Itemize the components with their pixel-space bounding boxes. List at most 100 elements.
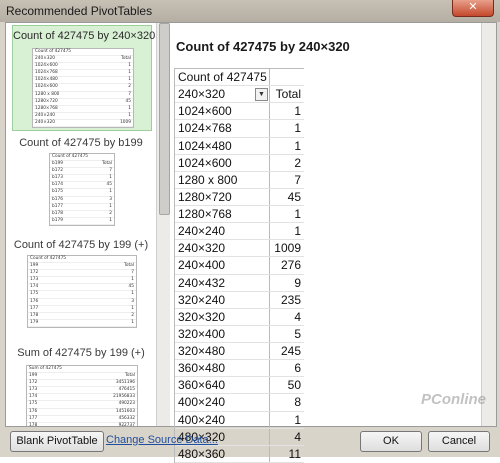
thumbnail-row-label: 172 — [30, 270, 39, 276]
window-title: Recommended PivotTables — [6, 4, 153, 18]
thumbnail-row: 1280×720 45 — [33, 99, 133, 106]
row-value: 1 — [294, 121, 301, 136]
thumbnail-row: 1280×768 1 — [33, 106, 133, 113]
row-value: 235 — [280, 292, 301, 307]
thumbnail-row-label: 240×240 — [35, 112, 56, 118]
thumbnail-row-label: b178 — [52, 210, 63, 216]
thumbnail-row-value: 1 — [109, 203, 112, 209]
table-row: 240×320 1009 — [175, 240, 304, 258]
thumbnail-row-value: 1009 — [120, 119, 131, 125]
thumbnail-row-label: 173 — [29, 387, 38, 393]
thumbnail-row: b178 2 — [50, 211, 114, 218]
thumbnail-row: 178 2 — [28, 313, 136, 320]
row-label: 360×480 — [178, 361, 226, 376]
thumbnail-row-value: 1 — [128, 70, 131, 76]
thumbnail-row: b175 1 — [50, 189, 114, 197]
thumbnail-total-label: Total — [124, 373, 135, 379]
cancel-button[interactable]: Cancel — [428, 431, 490, 452]
close-icon: ✕ — [468, 1, 478, 13]
thumbnail-row-label: 178 — [30, 312, 39, 318]
row-value: 7 — [294, 172, 301, 187]
row-label: 1024×600 — [178, 155, 232, 170]
thumbnail-row: 175 1 — [28, 291, 136, 299]
thumbnail-row-value: 1 — [128, 105, 131, 111]
row-label: 1280 x 800 — [178, 172, 238, 187]
total-column-label: Total — [275, 87, 301, 102]
thumbnail-total-label: Total — [123, 263, 134, 269]
recommendation-item[interactable]: Sum of 427475 by 199 (+) Sum of 427475 199… — [12, 343, 150, 426]
thumbnail-row: 173 1 — [28, 277, 136, 285]
preview-scrollbar[interactable] — [481, 23, 496, 426]
row-label: 320×240 — [178, 292, 226, 307]
thumbnail-row-value: 1451603 — [115, 408, 135, 414]
blank-pivottable-button[interactable]: Blank PivotTable — [10, 431, 104, 452]
recommendations-list: Count of 427475 by 240×320 Count of 42747… — [6, 23, 156, 426]
thumbnail-row-label: 1024×480 — [35, 77, 58, 83]
thumbnail-row-value: 3451196 — [115, 380, 135, 386]
row-value: 8 — [294, 395, 301, 410]
dialog-footer: Blank PivotTable Change Source Data... O… — [0, 391, 500, 457]
close-button[interactable]: ✕ — [452, 0, 494, 17]
title-bar: Recommended PivotTables ✕ — [0, 0, 500, 22]
table-row: 320×480 245 — [175, 343, 304, 361]
preview-heading: Count of 427475 by 240×320 — [176, 39, 350, 54]
recommendation-title: Count of 427475 by b199 — [19, 137, 143, 149]
row-value: 1 — [294, 224, 301, 239]
thumbnail-row: 172 7 — [28, 270, 136, 278]
recommendation-item[interactable]: Count of 427475 by b199 Count of 427475 b1… — [12, 133, 150, 233]
pivot-preview: Count of 427475 by 240×320 Count of 4274… — [170, 23, 496, 463]
table-row: 360×640 50 — [175, 377, 304, 395]
row-value: 9 — [294, 275, 301, 290]
row-value: 1009 — [274, 241, 301, 256]
row-value: 1 — [294, 104, 301, 119]
row-value: 1 — [294, 138, 301, 153]
thumbnail-row-label: 1024×600 — [35, 84, 58, 90]
thumbnail-field: 240×320 — [35, 56, 56, 62]
thumbnail-table: Count of 427475 199 Total 172 7 173 1 174 45 175 1… — [27, 255, 137, 328]
header-title: Count of 427475 — [178, 70, 267, 84]
thumbnail-title: Count of 427475 — [35, 49, 72, 54]
thumbnail-row-value: 45 — [125, 98, 131, 104]
preview-table: Count of 427475 240×320 ▼ Total 1024×600… — [174, 68, 304, 463]
row-label: 400×240 — [178, 395, 226, 410]
thumbnail-row: 240×240 1 — [33, 113, 133, 120]
thumbnail-row-value: 1 — [131, 277, 134, 283]
row-value: 2 — [294, 155, 301, 170]
thumbnail-row-label: 175 — [29, 401, 38, 407]
row-value: 45 — [287, 189, 301, 204]
thumbnail-row: 1280 x 800 7 — [33, 92, 133, 99]
table-row: 1280 x 800 7 — [175, 172, 304, 189]
table-row: 240×240 1 — [175, 223, 304, 241]
change-source-data-link[interactable]: Change Source Data... — [106, 434, 218, 446]
filter-dropdown-icon[interactable]: ▼ — [255, 88, 268, 102]
table-header-row: Count of 427475 — [175, 69, 304, 87]
row-label: 240×400 — [178, 258, 226, 273]
recommendation-item[interactable]: Count of 427475 by 199 (+) Count of 42747… — [12, 235, 150, 345]
thumbnail-row: 176 1451603 — [27, 409, 137, 416]
dialog-body: Count of 427475 by 240×320 Count of 42747… — [5, 22, 497, 463]
thumbnail-row-value: 1 — [131, 291, 134, 297]
thumbnail-row-value: 1 — [109, 175, 112, 181]
thumbnail-row: 240×320 1009 — [33, 119, 133, 128]
row-value: 245 — [280, 344, 301, 358]
table-row: 1024×480 1 — [175, 138, 304, 155]
thumbnail-row-value: 45 — [128, 284, 134, 290]
thumbnail-row-value: 7 — [131, 270, 134, 276]
thumbnail-row-value: 1 — [131, 319, 134, 325]
ok-button[interactable]: OK — [360, 431, 422, 452]
thumbnail-row-label: 240×320 — [35, 119, 56, 125]
thumbnail-row-value: 2 — [128, 84, 131, 90]
scrollbar-thumb[interactable] — [159, 23, 170, 215]
recommendation-title: Count of 427475 by 240×320 — [13, 30, 156, 42]
thumbnail-row-label: b176 — [52, 196, 63, 202]
thumbnail-field: 199 — [29, 373, 38, 379]
thumbnail-row-value: 1 — [131, 305, 134, 311]
table-row: 320×320 4 — [175, 309, 304, 326]
recommendation-item[interactable]: Count of 427475 by 240×320 Count of 42747… — [12, 25, 156, 131]
row-value: 50 — [287, 378, 301, 393]
thumbnail-row-value: 456332 — [118, 415, 135, 421]
thumbnail-row: b176 3 — [50, 197, 114, 204]
row-value: 4 — [294, 309, 301, 324]
row-value: 276 — [280, 258, 301, 273]
thumbnail-row-label: b174 — [52, 182, 63, 188]
